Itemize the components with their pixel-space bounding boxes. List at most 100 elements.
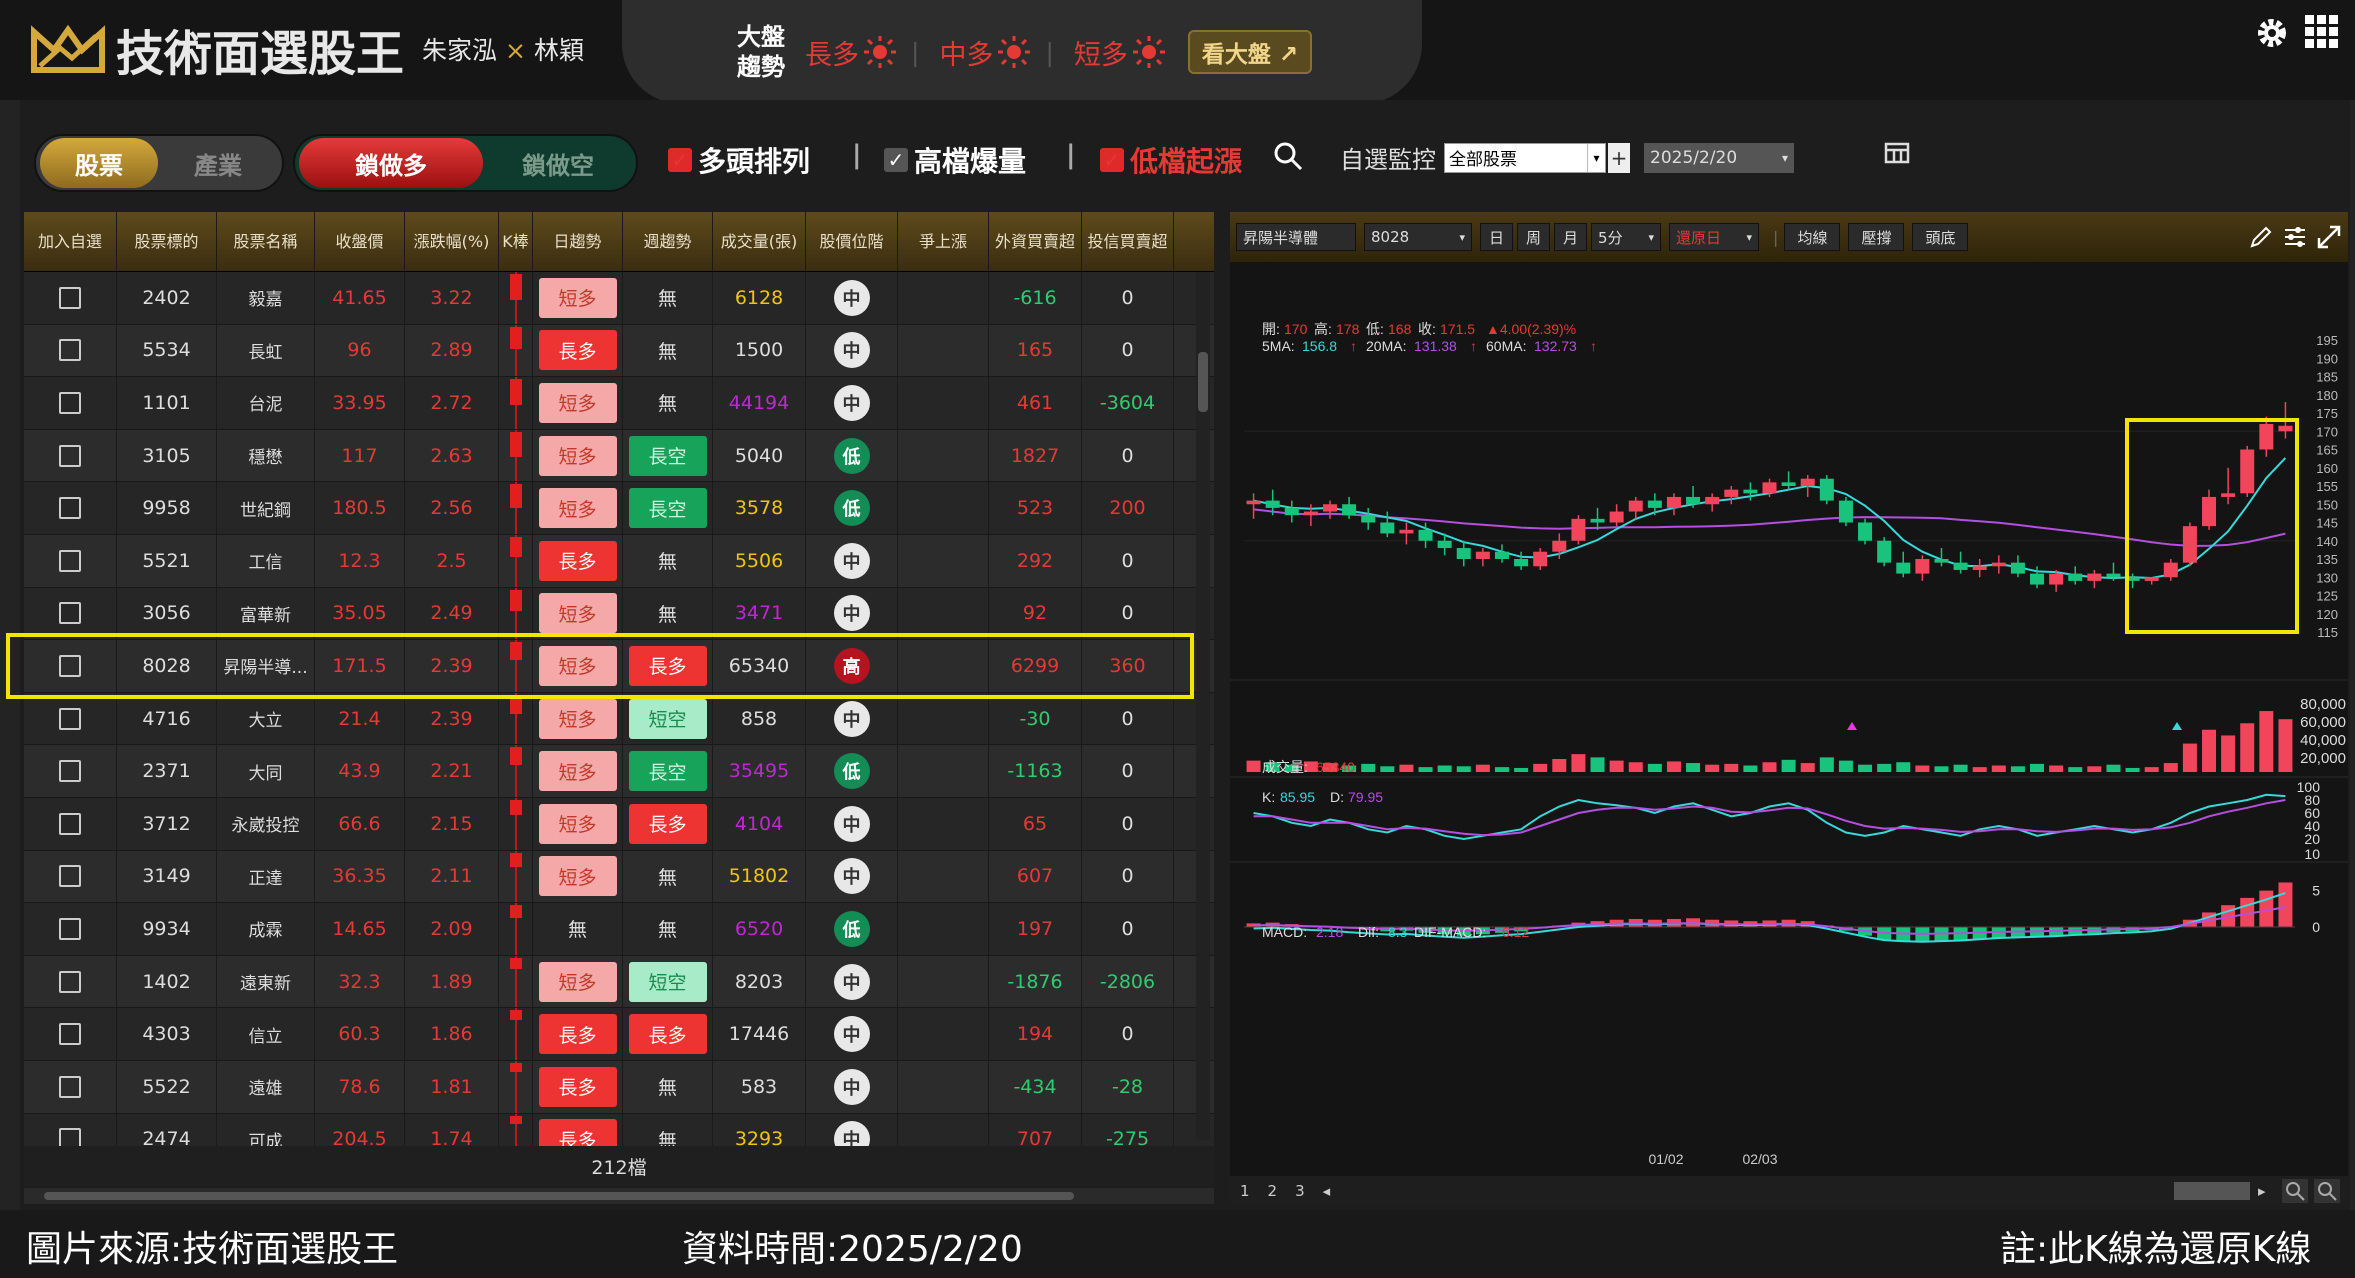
period-day-button[interactable]: 日 bbox=[1480, 223, 1514, 251]
checkbox[interactable] bbox=[59, 391, 81, 414]
watch-select[interactable]: 全部股票 ▾ bbox=[1444, 142, 1606, 173]
add-watch-cell[interactable] bbox=[24, 745, 117, 797]
checkbox[interactable] bbox=[59, 917, 81, 940]
column-header[interactable]: 成交量(張) bbox=[713, 212, 806, 271]
stock-name[interactable]: 富華新 bbox=[217, 587, 315, 640]
sliders-icon[interactable] bbox=[2282, 224, 2308, 250]
apps-grid-icon[interactable] bbox=[2304, 14, 2340, 50]
add-watch-cell[interactable] bbox=[24, 1060, 117, 1113]
add-watch-cell[interactable] bbox=[24, 850, 117, 903]
add-watch-cell[interactable] bbox=[24, 955, 117, 1008]
scroll-right-icon[interactable]: ▸ bbox=[2258, 1182, 2266, 1200]
checkbox[interactable] bbox=[59, 865, 81, 888]
add-watch-cell[interactable] bbox=[24, 692, 117, 745]
table-row[interactable]: 2402 毅嘉 41.65 3.22 短多無 6128 中 -616 0 bbox=[24, 272, 1214, 325]
checkbox-checked[interactable]: ✓ bbox=[1100, 148, 1124, 172]
checkbox[interactable] bbox=[59, 1075, 81, 1098]
stock-name[interactable]: 毅嘉 bbox=[217, 272, 315, 324]
stock-name[interactable]: 信立 bbox=[217, 1008, 315, 1060]
column-header[interactable]: 股票標的 bbox=[117, 212, 217, 271]
support-resistance-button[interactable]: 壓撐 bbox=[1848, 223, 1905, 251]
zoom-in-icon[interactable] bbox=[2314, 1179, 2340, 1203]
date-select[interactable]: 2025/2/20 ▾ bbox=[1644, 142, 1794, 173]
search-icon[interactable] bbox=[1272, 140, 1304, 172]
checkbox-checked[interactable]: ✓ bbox=[668, 148, 692, 172]
table-row[interactable]: 4716 大立 21.4 2.39 短多 短空 858 中 -30 0 bbox=[24, 692, 1214, 746]
add-watch-cell[interactable] bbox=[24, 534, 117, 587]
add-watch-cell[interactable] bbox=[24, 797, 117, 850]
column-header[interactable]: 漲跌幅(%) bbox=[405, 212, 499, 271]
stock-code-field[interactable]: 8028 ▾ bbox=[1364, 223, 1472, 251]
checkbox[interactable] bbox=[59, 760, 81, 783]
page-2[interactable]: 2 bbox=[1268, 1182, 1278, 1200]
table-row[interactable]: 3149 正達 36.35 2.11 短多無 51802 中 607 0 bbox=[24, 850, 1214, 904]
checkbox[interactable] bbox=[59, 286, 81, 309]
table-row[interactable]: 5521 工信 12.3 2.5 長多無 5506 中 292 0 bbox=[24, 534, 1214, 588]
interval-select[interactable]: 5分 ▾ bbox=[1591, 223, 1662, 251]
top-bottom-button[interactable]: 頭底 bbox=[1912, 223, 1969, 251]
zoom-out-icon[interactable] bbox=[2282, 1179, 2308, 1203]
stock-name[interactable]: 正達 bbox=[217, 850, 315, 903]
table-row[interactable]: 9934 成霖 14.65 2.09 無無 6520 低 197 0 bbox=[24, 903, 1214, 956]
column-header[interactable]: 週趨勢 bbox=[623, 212, 713, 271]
table-row[interactable]: 4303 信立 60.3 1.86 長多 長多 17446 中 194 0 bbox=[24, 1008, 1214, 1061]
adjust-select[interactable]: 還原日 ▾ bbox=[1669, 223, 1760, 251]
lock-long-button[interactable]: 鎖做多 bbox=[299, 138, 483, 188]
stock-name[interactable]: 世紀鋼 bbox=[217, 482, 315, 534]
add-watch-cell[interactable] bbox=[24, 272, 117, 324]
add-watch-cell[interactable] bbox=[24, 1113, 117, 1146]
checkbox[interactable] bbox=[59, 1128, 81, 1146]
column-header[interactable]: 外資買賣超 bbox=[989, 212, 1082, 271]
add-watch-cell[interactable] bbox=[24, 324, 117, 377]
filter-low-rise[interactable]: ✓ 低檔起漲 bbox=[1100, 140, 1242, 180]
scroll-thumb[interactable] bbox=[44, 1192, 1074, 1200]
stock-name[interactable]: 穩懋 bbox=[217, 429, 315, 482]
table-row[interactable]: 5534 長虹 96 2.89 長多無 1500 中 165 0 bbox=[24, 324, 1214, 378]
column-header[interactable]: 收盤價 bbox=[315, 212, 405, 271]
checkbox[interactable] bbox=[59, 339, 81, 362]
table-settings-icon[interactable] bbox=[1884, 142, 1912, 166]
stock-name[interactable]: 永崴投控 bbox=[217, 797, 315, 850]
table-row[interactable]: 9958 世紀鋼 180.5 2.56 短多 長空 3578 低 523 200 bbox=[24, 482, 1214, 535]
stock-name[interactable]: 工信 bbox=[217, 534, 315, 587]
table-row[interactable]: 3105 穩懋 117 2.63 短多 長空 5040 低 1827 0 bbox=[24, 429, 1214, 483]
table-row[interactable]: 1101 台泥 33.95 2.72 短多無 44194 中 461 -3604 bbox=[24, 377, 1214, 430]
candlestick-chart[interactable]: 195 190 185 180 175 170 165 160 155 150 145 140 135 1… bbox=[1230, 262, 2348, 1176]
table-row[interactable]: 2371 大同 43.9 2.21 短多 長空 35495 低 -1163 0 bbox=[24, 745, 1214, 798]
tab-stock[interactable]: 股票 bbox=[40, 138, 158, 188]
add-watch-cell[interactable] bbox=[24, 1008, 117, 1060]
column-header[interactable]: 投信買賣超 bbox=[1082, 212, 1174, 271]
checkbox[interactable] bbox=[59, 444, 81, 467]
filter-high-volume[interactable]: ✓ 高檔爆量 bbox=[884, 140, 1026, 180]
checkbox[interactable] bbox=[59, 497, 81, 520]
filter-bullish-alignment[interactable]: ✓ 多頭排列 bbox=[668, 140, 810, 180]
add-watch-cell[interactable] bbox=[24, 429, 117, 482]
page-1[interactable]: 1 bbox=[1240, 1182, 1250, 1200]
table-row[interactable]: 1402 遠東新 32.3 1.89 短多 短空 8203 中 -1876 -2806 bbox=[24, 955, 1214, 1009]
checkbox[interactable] bbox=[59, 549, 81, 572]
stock-name[interactable]: 長虹 bbox=[217, 324, 315, 377]
page-3[interactable]: 3 bbox=[1295, 1182, 1305, 1200]
checkbox[interactable] bbox=[59, 970, 81, 993]
add-watch-button[interactable]: + bbox=[1608, 142, 1630, 173]
column-header[interactable]: 爭上漲 bbox=[898, 212, 989, 271]
type-toggle[interactable]: 股票 產業 bbox=[34, 134, 284, 192]
ma-button[interactable]: 均線 bbox=[1784, 223, 1841, 251]
gear-icon[interactable] bbox=[2255, 16, 2289, 50]
column-header[interactable]: 股票名稱 bbox=[217, 212, 315, 271]
scroll-thumb[interactable] bbox=[1198, 352, 1208, 412]
column-header[interactable]: 加入自選 bbox=[24, 212, 117, 271]
column-header[interactable]: 日趨勢 bbox=[533, 212, 623, 271]
stock-name-field[interactable]: 昇陽半導體 bbox=[1236, 223, 1356, 251]
stock-name[interactable]: 遠東新 bbox=[217, 955, 315, 1008]
period-month-button[interactable]: 月 bbox=[1554, 223, 1588, 251]
add-watch-cell[interactable] bbox=[24, 903, 117, 955]
checkbox[interactable] bbox=[59, 1023, 81, 1046]
scroll-left-icon[interactable]: ◂ bbox=[1323, 1182, 1331, 1200]
table-horizontal-scrollbar[interactable] bbox=[24, 1188, 1214, 1204]
chart-scroll-thumb[interactable] bbox=[2174, 1182, 2250, 1200]
lock-short-button[interactable]: 鎖做空 bbox=[483, 138, 633, 188]
table-row[interactable]: 2474 可成 204.5 1.74 長多無 3293 中 707 -275 bbox=[24, 1113, 1214, 1146]
column-header[interactable]: 股價位階 bbox=[806, 212, 898, 271]
add-watch-cell[interactable] bbox=[24, 377, 117, 429]
